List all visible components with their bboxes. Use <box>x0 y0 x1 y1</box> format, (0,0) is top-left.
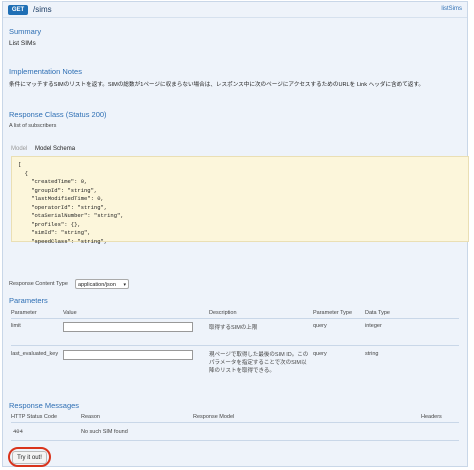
response-content-type-label: Response Content Type <box>9 281 68 287</box>
param-name-last-evaluated-key: last_evaluated_key <box>11 351 59 357</box>
param-description-limit: 取得するSIMの上限 <box>209 325 258 331</box>
param-col-parameter-type: Parameter Type <box>313 310 353 316</box>
response-class-heading: Response Class (Status 200) <box>9 110 107 119</box>
model-schema-code[interactable]: [ { "createdTime": 0, "groupId": "string… <box>11 156 469 245</box>
divider <box>11 345 459 346</box>
content-type-value: application/json <box>78 282 116 288</box>
divider <box>11 422 459 423</box>
param-col-description: Description <box>209 310 237 316</box>
schema-line: "createdTime": 0, <box>18 178 88 185</box>
try-it-out-button[interactable]: Try it out! <box>12 451 47 464</box>
schema-line: "operatorId": "string", <box>18 203 108 211</box>
schema-line: "lastModifiedTime": 0, <box>18 195 104 202</box>
api-operation: GET /sims listSims Summary List SIMs Imp… <box>0 0 474 470</box>
param-type-limit: query <box>313 323 327 329</box>
divider <box>11 440 459 441</box>
summary-text: List SIMs <box>9 40 36 47</box>
resp-col-response-model: Response Model <box>193 414 235 420</box>
param-col-parameter: Parameter <box>11 310 37 316</box>
data-type-limit: integer <box>365 323 382 329</box>
chevron-down-icon: ▾ <box>123 282 126 288</box>
resp-col-headers: Headers <box>421 414 442 420</box>
data-type-last-evaluated-key: string <box>365 351 379 357</box>
limit-input[interactable] <box>63 322 193 332</box>
response-class-description: A list of subscribers <box>9 123 57 129</box>
param-description-last-evaluated-key: 現ページで取得した最後のSIM ID。このパラメータを指定することで次のSIM以… <box>209 352 309 374</box>
schema-line: "profiles": {}, <box>18 220 81 228</box>
operation-id-link[interactable]: listSims <box>441 6 462 12</box>
operation-header[interactable]: GET /sims listSims <box>3 2 467 18</box>
param-col-data-type: Data Type <box>365 310 390 316</box>
reason-404: No such SIM found <box>81 429 128 435</box>
schema-line: "simId": "string", <box>18 229 91 236</box>
tab-model[interactable]: Model <box>11 146 27 152</box>
resp-col-status-code: HTTP Status Code <box>11 414 58 420</box>
param-col-value: Value <box>63 310 77 316</box>
model-tabs: Model Model Schema <box>11 146 75 152</box>
param-name-limit: limit <box>11 323 21 329</box>
divider <box>11 318 459 319</box>
implementation-notes-heading: Implementation Notes <box>9 67 82 76</box>
response-content-type-select[interactable]: application/json ▾ <box>75 279 129 289</box>
resp-col-reason: Reason <box>81 414 100 420</box>
schema-line: { <box>18 169 28 177</box>
schema-line: [ <box>18 161 22 168</box>
http-method-badge: GET <box>8 5 28 15</box>
endpoint-path[interactable]: /sims <box>33 5 52 14</box>
implementation-notes-text: 条件にマッチするSIMのリストを返す。SIMの総数が1ページに収まらない場合は、… <box>9 82 425 88</box>
operation-panel: GET /sims listSims Summary List SIMs Imp… <box>2 1 469 467</box>
last-evaluated-key-input[interactable] <box>63 350 193 360</box>
response-messages-heading: Response Messages <box>9 401 80 410</box>
schema-line: "speedClass": "string", <box>18 237 108 245</box>
schema-line: "groupId": "string", <box>18 186 98 194</box>
schema-line: "otaSerialNumber": "string", <box>18 212 124 219</box>
parameters-heading: Parameters <box>9 296 48 305</box>
tab-model-schema[interactable]: Model Schema <box>35 146 75 152</box>
summary-heading: Summary <box>9 27 42 36</box>
param-type-last-evaluated-key: query <box>313 351 327 357</box>
status-code-404: 404 <box>13 428 23 435</box>
